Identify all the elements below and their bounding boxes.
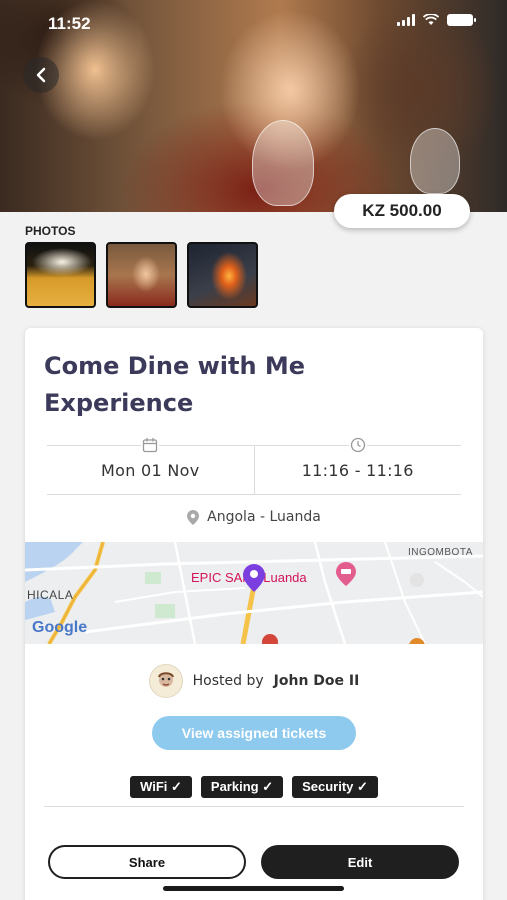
view-tickets-button[interactable]: View assigned tickets: [152, 716, 356, 750]
edit-button[interactable]: Edit: [261, 845, 459, 879]
amenity-parking: Parking ✓: [200, 776, 284, 798]
event-time: 11:16 - 11:16: [301, 460, 414, 480]
event-title: Come Dine with Me Experience: [44, 352, 306, 417]
amenities-list: WiFi ✓ Parking ✓ Security ✓: [25, 776, 483, 798]
battery-icon: [447, 14, 476, 26]
location-text: Angola - Luanda: [207, 509, 321, 525]
location-pin-icon: [187, 509, 200, 525]
event-card: Come Dine with Me Experience Mon 01 Nov: [25, 328, 483, 900]
location-map[interactable]: INGOMBOTA EPIC SANA Luanda HICALA Google: [25, 542, 483, 644]
photo-thumbnail-woman-eating[interactable]: [106, 242, 177, 308]
wifi-icon: [423, 14, 439, 25]
status-time: 11:52: [48, 14, 91, 33]
map-pin-icon: [243, 564, 265, 592]
back-button[interactable]: [23, 57, 59, 93]
event-date: Mon 01 Nov: [101, 460, 200, 480]
wine-glass: [252, 120, 314, 206]
date-time-row: Mon 01 Nov 11:16 - 11:16: [47, 437, 462, 495]
date-cell: Mon 01 Nov: [47, 437, 254, 494]
photo-thumbnail-beer[interactable]: [25, 242, 96, 308]
share-button[interactable]: Share: [48, 845, 246, 879]
divider: [44, 806, 464, 807]
chevron-left-icon: [36, 67, 46, 83]
wine-glass: [410, 128, 460, 194]
map-label-ingombota: INGOMBOTA: [408, 547, 473, 558]
host-avatar: [148, 664, 183, 698]
clock-icon: [348, 437, 367, 453]
status-bar: 11:52: [0, 0, 507, 46]
price-badge: KZ 500.00: [334, 194, 470, 228]
status-icons: [397, 14, 476, 26]
photo-thumbnail-grill-fire[interactable]: [187, 242, 258, 308]
time-cell: 11:16 - 11:16: [253, 437, 462, 494]
hotel-icon: [336, 562, 356, 586]
photos-label: PHOTOS: [25, 224, 76, 238]
photo-gallery: [25, 242, 258, 308]
host-prefix: Hosted by: [192, 673, 264, 689]
map-label-hicala: HICALA: [27, 588, 74, 602]
google-logo: Google: [32, 619, 88, 636]
host-row: Hosted by John Doe II: [25, 664, 483, 698]
home-indicator: [163, 886, 344, 891]
amenity-security: Security ✓: [292, 776, 378, 798]
event-location: Angola - Luanda: [25, 509, 483, 525]
host-name: John Doe II: [273, 673, 360, 689]
signal-icon: [397, 14, 415, 26]
amenity-wifi: WiFi ✓: [130, 776, 192, 798]
calendar-icon: [141, 437, 160, 453]
